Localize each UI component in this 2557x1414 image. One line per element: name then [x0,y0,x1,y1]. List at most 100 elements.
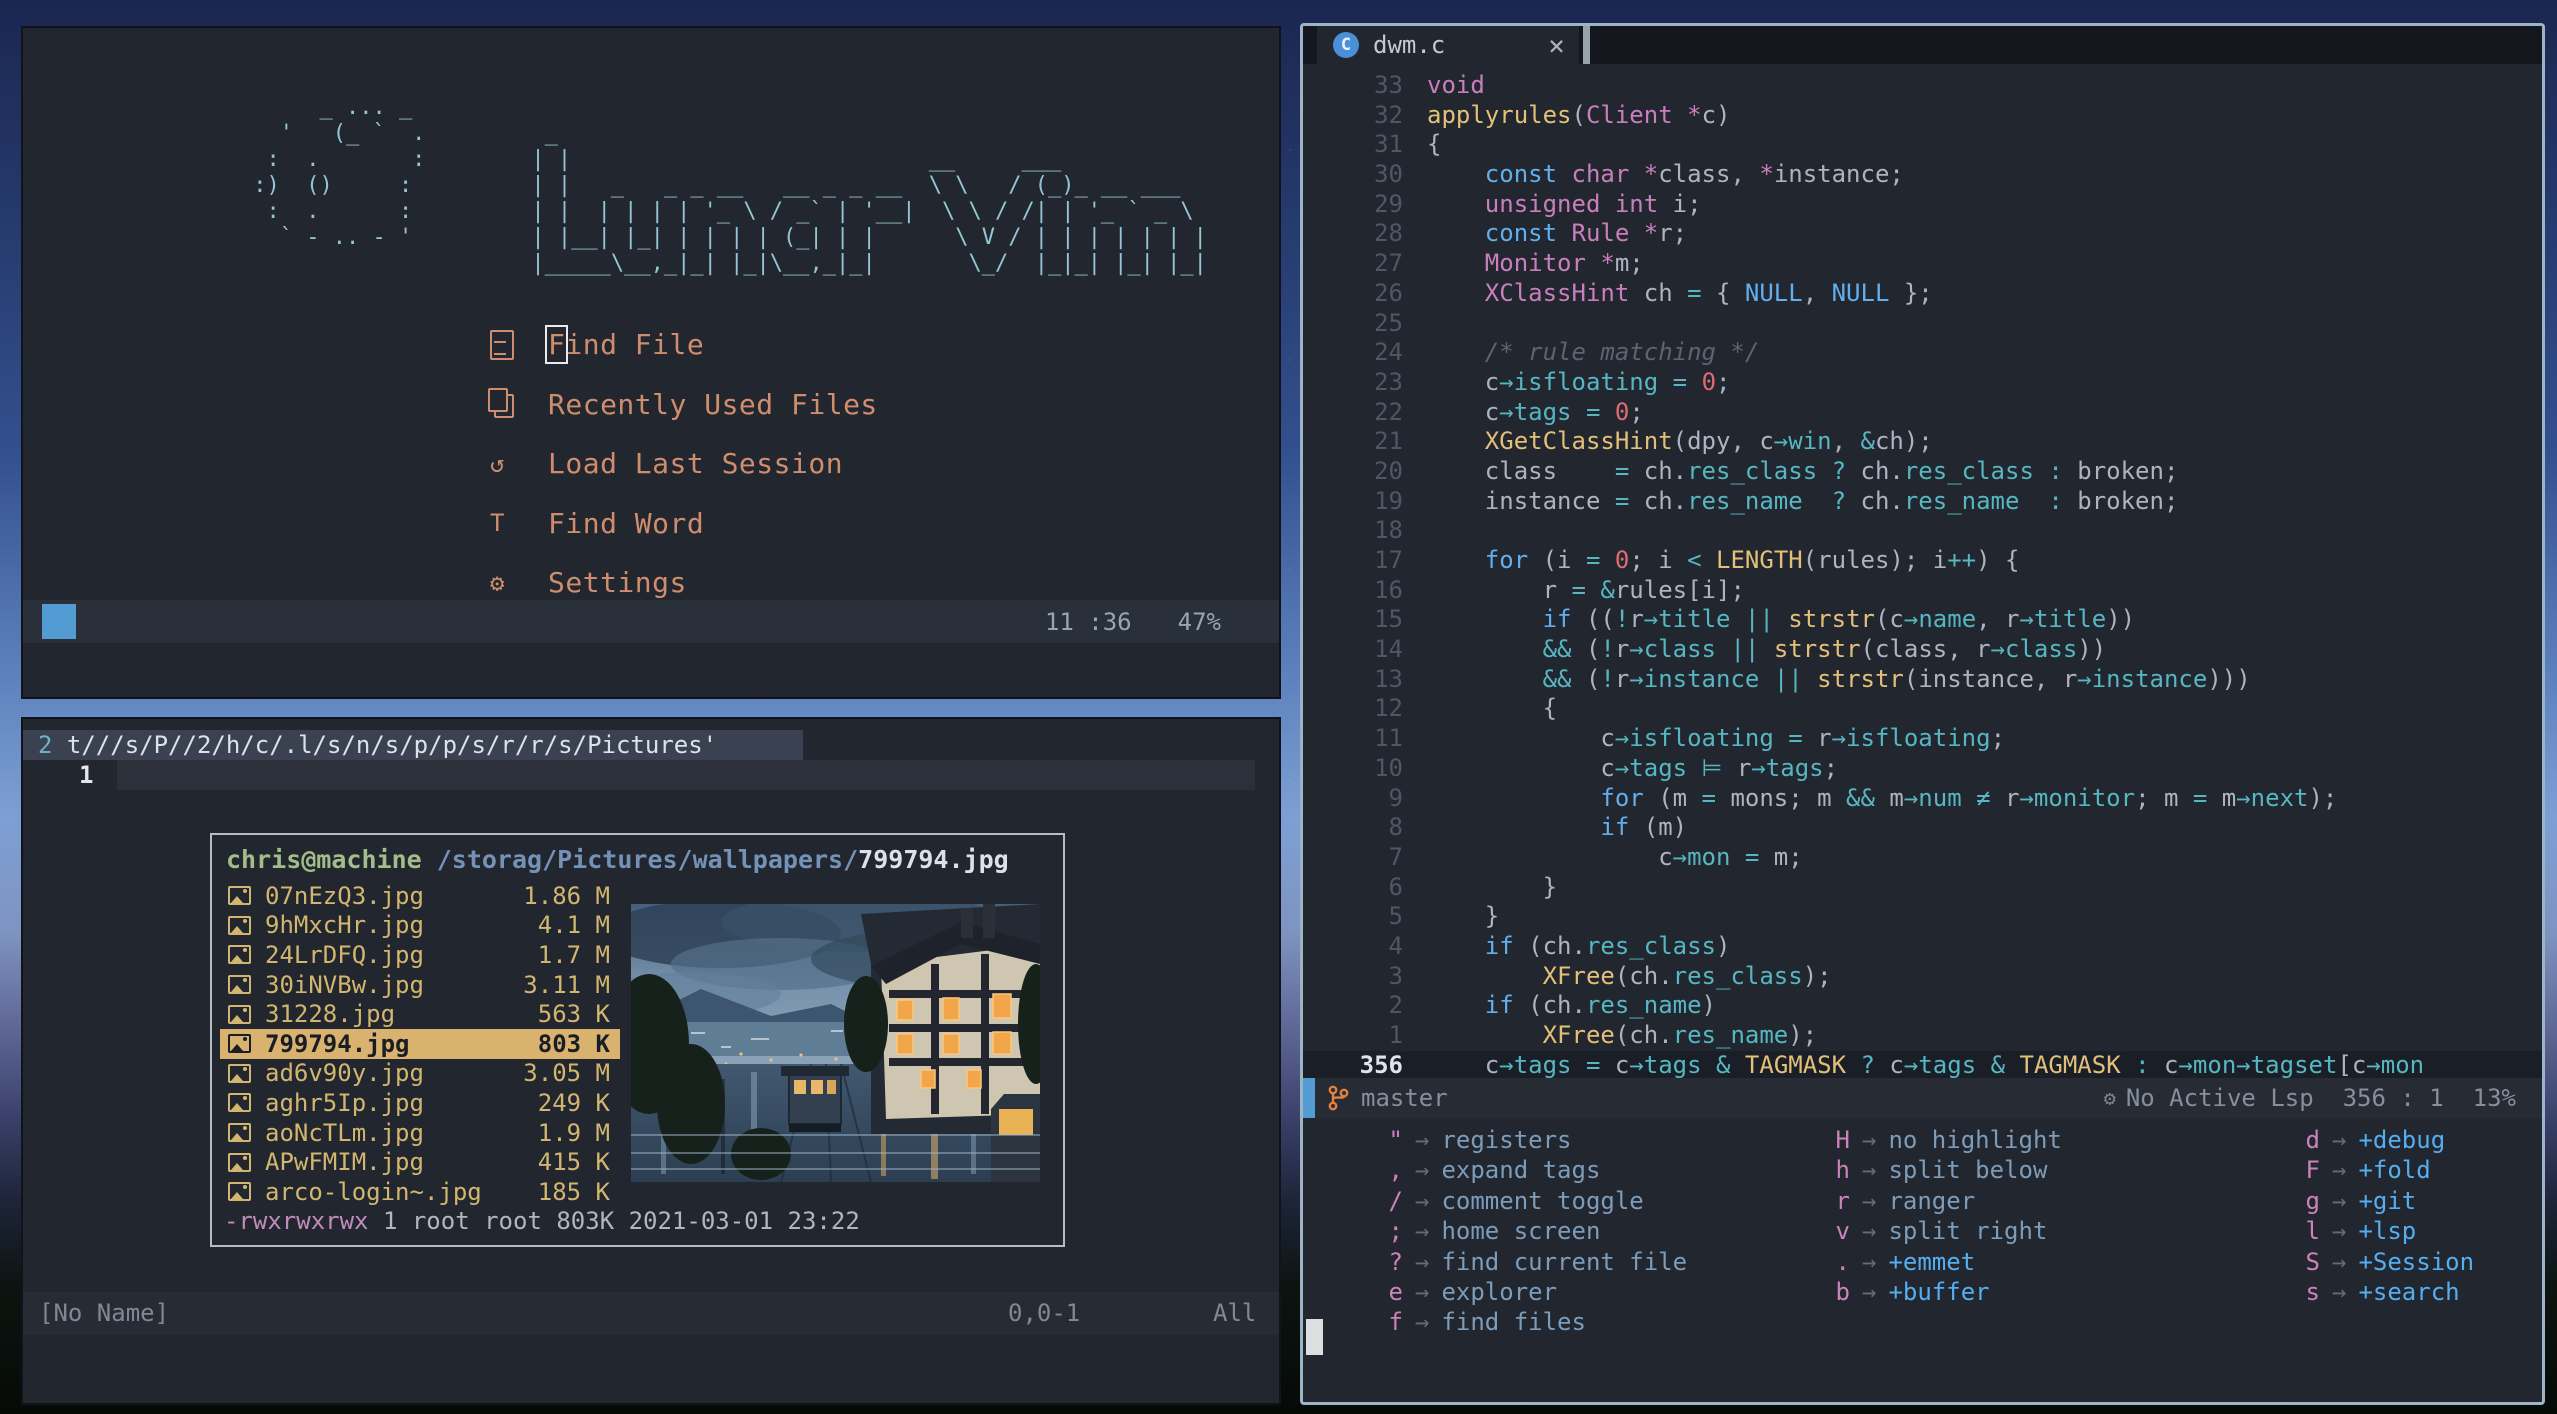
whichkey-binding[interactable]: ; → home screen [1303,1216,1687,1246]
code-line[interactable]: 32 applyrules(Client *c) [1303,101,2542,131]
file-row[interactable]: aghr5Ip.jpg 249 K [220,1088,620,1118]
code-line[interactable]: 21 XGetClassHint(dpy, c→win, &ch); [1303,427,2542,457]
image-file-icon [228,1034,251,1054]
code-line[interactable]: 29 unsigned int i; [1303,190,2542,220]
whichkey-binding[interactable]: g → +git [2220,1186,2474,1216]
file-row[interactable]: aoNcTLm.jpg 1.9 M [220,1118,620,1148]
code-text: Monitor *m; [1484,249,1644,278]
whichkey-binding[interactable]: , → expand tags [1303,1155,1687,1185]
whichkey-binding[interactable]: b → +buffer [1750,1277,2062,1307]
code-line[interactable]: 6 } [1303,873,2542,903]
code-text: void [1427,71,1485,99]
whichkey-key: / [1388,1186,1403,1215]
arrow-right-icon: → [1862,1126,1877,1154]
whichkey-binding[interactable]: / → comment toggle [1303,1186,1687,1216]
whichkey-key: H [1835,1126,1850,1154]
code-line[interactable]: 2 if (ch.res_name) [1303,991,2542,1021]
whichkey-binding[interactable]: s → +search [2220,1277,2474,1307]
whichkey-binding[interactable]: d → +debug [2220,1125,2474,1155]
file-manager-header: chris@machine /storag/Pictures/wallpaper… [226,845,1009,874]
code-line[interactable]: 18 [1303,516,2542,546]
menu-item-recent-files[interactable]: Recently Used Files [488,375,1090,435]
line-number: 2 [38,731,53,759]
whichkey-binding[interactable]: ? → find current file [1303,1247,1688,1277]
code-line[interactable]: 25 [1303,309,2542,339]
file-row[interactable]: arco-login~.jpg 185 K [220,1177,620,1207]
scroll-percent: 13% [2472,1084,2516,1112]
code-line[interactable]: 16 r = &rules[i]; [1303,576,2542,606]
c-language-icon: C [1333,32,1359,58]
whichkey-binding[interactable]: v → split right [1750,1216,2062,1246]
file-row[interactable]: 24LrDFQ.jpg 1.7 M [220,940,620,970]
file-row[interactable]: 31228.jpg 563 K [220,999,620,1029]
code-line[interactable]: 20 class = ch.res_class ? ch.res_class :… [1303,457,2542,487]
file-row[interactable]: APwFMIM.jpg 415 K [220,1147,620,1177]
code-line[interactable]: 26 XClassHint ch = { NULL, NULL }; [1303,279,2542,309]
code-line[interactable]: 1 XFree(ch.res_name); [1303,1021,2542,1051]
file-size: 803 K [537,1029,610,1058]
code-line[interactable]: 28 const Rule *r; [1303,219,2542,249]
code-line[interactable]: 4 if (ch.res_class) [1303,932,2542,962]
line-number: 32 [1374,100,1403,129]
code-area[interactable]: 33 void 32 applyrules(Client *c) 31{30 const… [1303,71,2542,1081]
code-line[interactable]: 33 void [1303,71,2542,101]
code-line[interactable]: 8 if (m) [1303,813,2542,843]
close-icon[interactable]: × [1548,29,1565,62]
whichkey-binding[interactable]: f → find files [1303,1307,1687,1337]
whichkey-binding[interactable]: r → ranger [1750,1186,2062,1216]
tab-dwm-c[interactable]: C dwm.c × [1317,26,1579,64]
code-line[interactable]: 11 c→isfloating = r→isfloating; [1303,724,2542,754]
code-line[interactable]: 12 { [1303,694,2542,724]
whichkey-binding[interactable]: e → explorer [1303,1277,1687,1307]
file-row[interactable]: 30iNVBw.jpg 3.11 M [220,970,620,1000]
code-line[interactable]: 5 } [1303,902,2542,932]
code-line[interactable]: 15 if ((!r→title || strstr(c→name, r→tit… [1303,605,2542,635]
code-line[interactable]: 10 c→tags ⊨ r→tags; [1303,754,2542,784]
code-text: if (m) [1600,813,1688,842]
buffer-name: [No Name] [39,1299,170,1327]
code-line[interactable]: 31 { [1303,130,2542,160]
menu-item-find-file[interactable]: Find File [490,315,1090,375]
image-file-icon [228,1004,251,1024]
code-line[interactable]: 23 c→isfloating = 0; [1303,368,2542,398]
whichkey-binding[interactable]: H → no highlight [1750,1125,2062,1155]
code-line[interactable]: 27 Monitor *m; [1303,249,2542,279]
code-line[interactable]: 13 && (!r→instance || strstr(instance, r… [1303,665,2542,695]
code-line[interactable]: 9 for (m = mons; m && m→num ≠ r→monitor;… [1303,784,2542,814]
buffer-line[interactable]: 2 t///s/P//2/h/c/.l/s/n/s/p/p/s/r/r/s/Pi… [23,730,803,760]
lsp-gear-icon: ⚙ [2103,1086,2116,1110]
whichkey-binding[interactable]: h → split below [1750,1155,2062,1185]
file-row[interactable]: 07nEzQ3.jpg 1.86 M [220,881,620,911]
whichkey-binding[interactable]: " → registers [1303,1125,1687,1155]
file-row[interactable]: 9hMxcHr.jpg 4.1 M [220,911,620,941]
menu-item-load-session[interactable]: ↺ Load Last Session [490,434,1090,494]
whichkey-binding[interactable]: F → +fold [2220,1155,2474,1185]
code-line[interactable]: 3 XFree(ch.res_class); [1303,962,2542,992]
code-line[interactable]: 24 /* rule matching */ [1303,338,2542,368]
file-row[interactable]: ad6v90y.jpg 3.05 M [220,1059,620,1089]
code-line[interactable]: 19 instance = ch.res_name ? ch.res_name … [1303,487,2542,517]
line-number: 19 [1374,486,1403,515]
code-line[interactable]: 30 const char *class, *instance; [1303,160,2542,190]
code-line[interactable]: 356 c→tags = c→tags & TAGMASK ? c→tags &… [1303,1050,2542,1081]
code-line[interactable]: 17 for (i = 0; i < LENGTH(rules); i++) { [1303,546,2542,576]
whichkey-binding[interactable]: . → +emmet [1750,1247,2062,1277]
menu-item-find-word[interactable]: T Find Word [490,494,1090,554]
find-file-icon [490,329,530,360]
whichkey-binding[interactable]: S → +Session [2220,1247,2475,1277]
file-name: 799794.jpg [265,1029,410,1058]
whichkey-binding[interactable]: l → +lsp [2220,1216,2474,1246]
arrow-right-icon: → [2332,1186,2347,1215]
code-line[interactable]: 22 c→tags = 0; [1303,398,2542,428]
git-branch-segment[interactable]: master [1327,1078,1448,1118]
file-name: 9hMxcHr.jpg [265,911,424,940]
code-line[interactable]: 7 c→mon = m; [1303,843,2542,873]
code-text: XFree(ch.res_class); [1542,961,1832,990]
file-size: 1.7 M [537,940,610,969]
whichkey-key: g [2305,1186,2320,1215]
cursor-position-value: 356 : 1 [2342,1084,2444,1112]
line-number: 17 [1374,546,1403,574]
settings-icon: ⚙ [490,568,505,597]
file-row[interactable]: 799794.jpg 803 K [220,1028,620,1059]
code-line[interactable]: 14 && (!r→class || strstr(class, r→class… [1303,635,2542,665]
